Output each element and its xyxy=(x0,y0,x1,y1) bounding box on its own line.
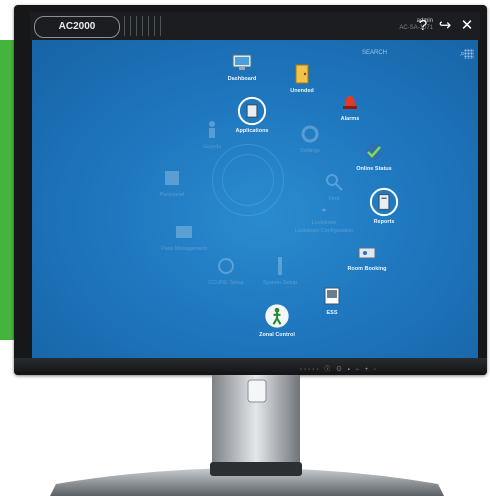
monitor-stand xyxy=(50,375,444,496)
